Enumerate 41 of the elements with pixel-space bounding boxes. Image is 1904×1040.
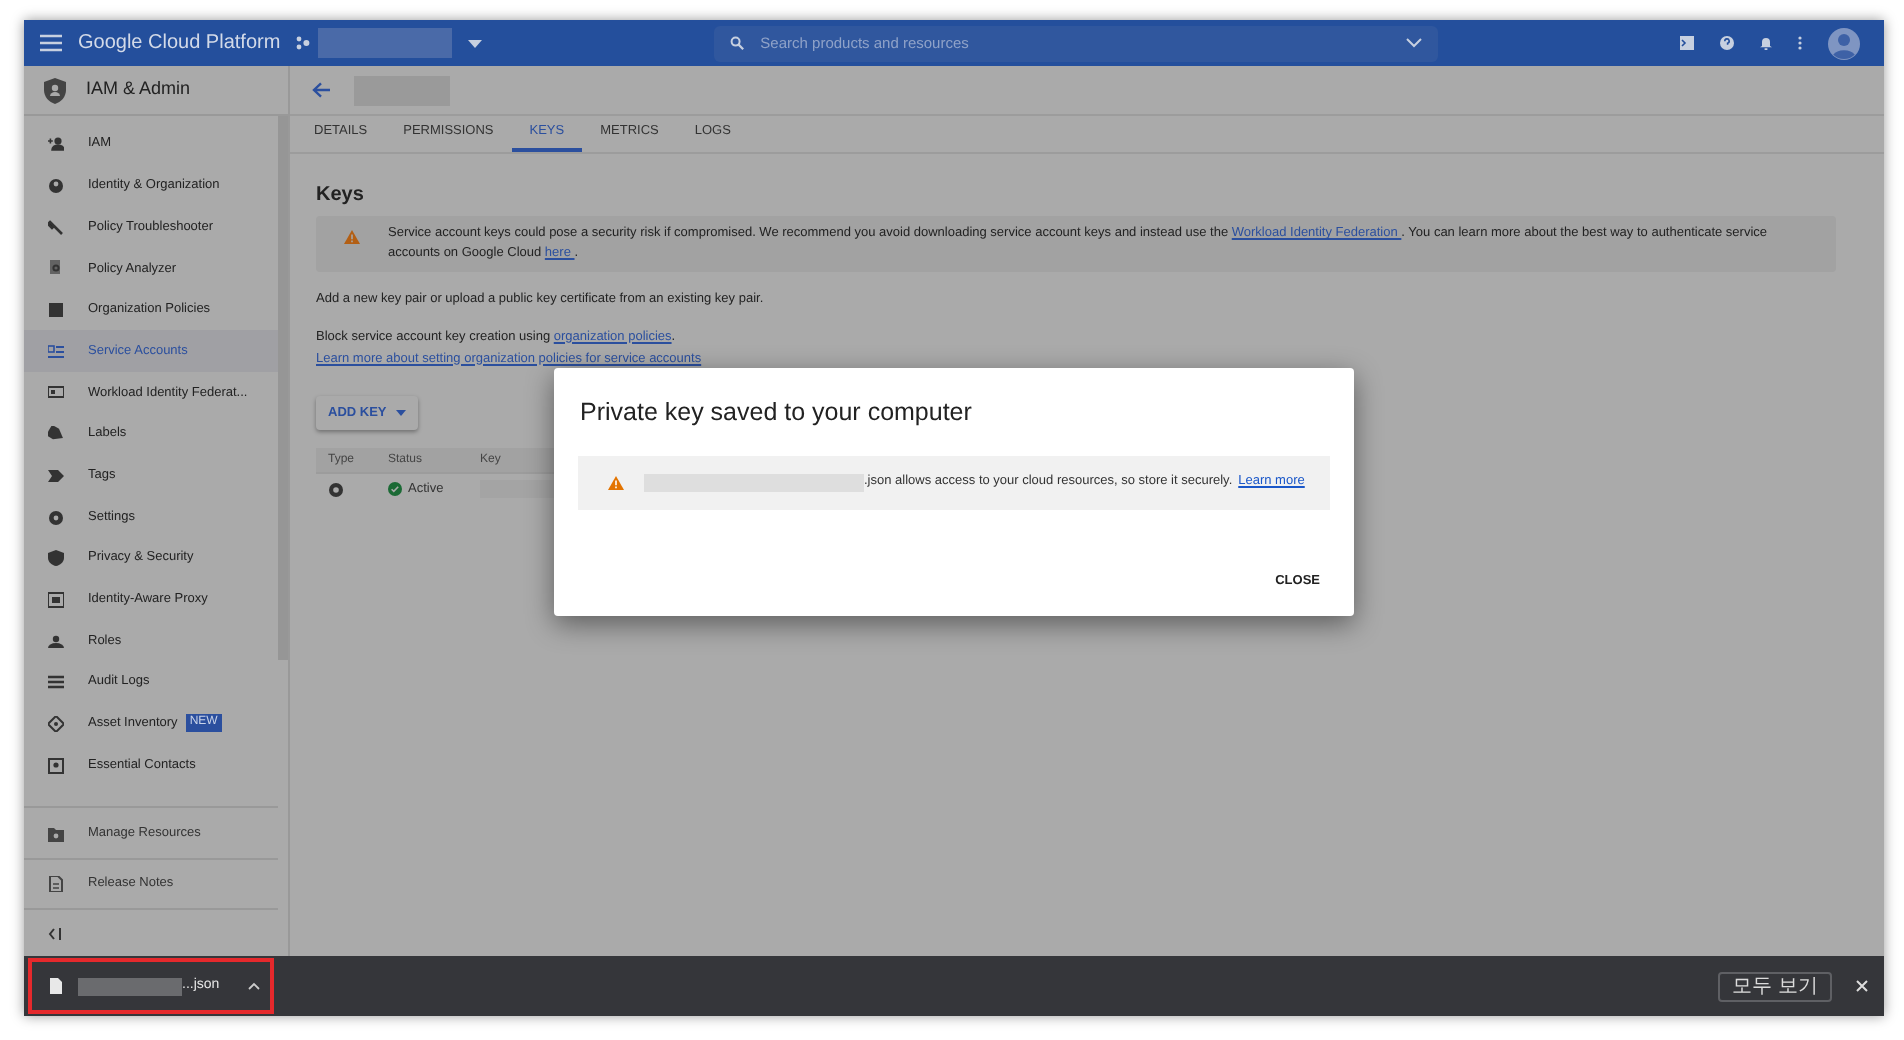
collapse-icon[interactable] <box>48 927 62 939</box>
project-icon[interactable] <box>296 36 311 50</box>
caret-icon[interactable] <box>468 39 483 47</box>
caret-up-icon[interactable] <box>247 982 260 990</box>
redacted-bar <box>318 28 453 58</box>
sidebar-title: IAM & Admin <box>86 76 191 103</box>
chevron-down-icon[interactable] <box>1406 38 1423 48</box>
check-circle-icon <box>388 482 402 497</box>
service-account-icon <box>48 343 64 360</box>
document-search-icon <box>48 260 64 277</box>
caret-icon <box>396 410 407 417</box>
shield-icon <box>48 550 64 567</box>
contact-icon <box>48 757 64 774</box>
wrench-icon <box>48 219 64 236</box>
bell-icon[interactable] <box>1760 36 1772 50</box>
redacted-bar <box>480 480 560 499</box>
proxy-icon <box>48 591 64 608</box>
dialog-title: Private key saved to your computer <box>578 396 974 430</box>
card-icon <box>48 384 64 401</box>
list-icon <box>48 674 64 691</box>
file-icon <box>50 978 62 994</box>
search-icon <box>730 36 745 50</box>
warning-icon <box>608 475 624 490</box>
section-title: Keys <box>316 182 366 210</box>
close-icon[interactable] <box>1856 980 1868 992</box>
help-icon[interactable] <box>1720 36 1734 50</box>
redacted-bar <box>78 977 182 995</box>
people-icon <box>48 633 64 650</box>
warning-icon <box>344 230 360 244</box>
folder-gear-icon <box>48 825 64 841</box>
square-icon <box>48 302 64 319</box>
product-name: Google Cloud Platform <box>78 30 281 58</box>
terminal-icon[interactable] <box>1680 36 1694 50</box>
avatar-icon[interactable] <box>1828 27 1860 59</box>
show-all-button[interactable]: 모두 보기 <box>1718 971 1832 1001</box>
shield-icon <box>44 77 66 103</box>
person-add-icon <box>48 136 64 153</box>
document-icon <box>48 876 64 892</box>
diamond-icon <box>48 715 64 732</box>
back-arrow-icon[interactable] <box>312 82 330 98</box>
menu-icon[interactable] <box>40 34 62 52</box>
